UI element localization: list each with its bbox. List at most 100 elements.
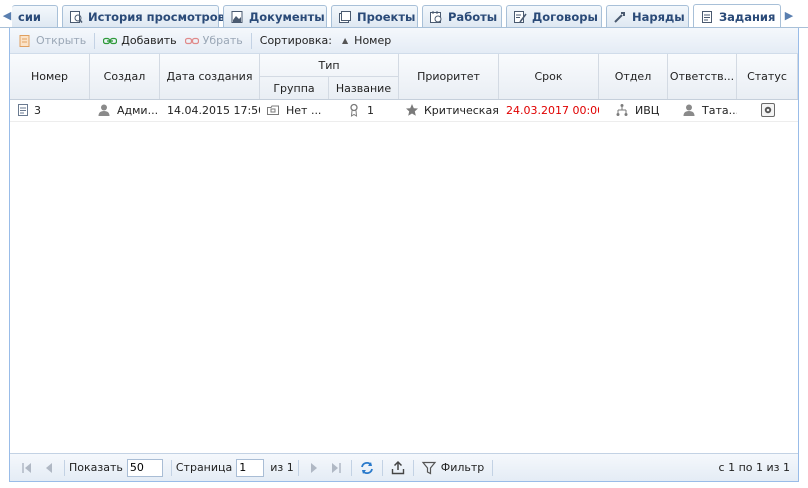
table-row[interactable]: 3 Адми... 14.04.2015 17:50 Нет ... 1 Кри… (10, 99, 798, 122)
column-header-department-label: Отдел (614, 70, 652, 83)
tab-contracts-label: Договоры (532, 9, 598, 24)
add-button[interactable]: Добавить (99, 31, 180, 51)
award-icon (347, 103, 361, 117)
column-header-responsible-label: Ответств... (669, 70, 735, 83)
page-size-input[interactable] (126, 458, 163, 477)
tab-projects-label: Проекты (357, 9, 416, 24)
task-icon (16, 103, 30, 117)
sort-label: Сортировка: (256, 31, 336, 51)
cell-responsible: Тата... (668, 99, 737, 121)
cell-deadline: 24.03.2017 00:00 (499, 99, 599, 121)
history-icon (69, 10, 83, 24)
cell-type-name: 1 (329, 99, 399, 121)
page-label: Страница (175, 461, 233, 474)
tab-history-label: История просмотров (88, 9, 225, 24)
tab-works-label: Работы (448, 9, 498, 24)
scroll-left-icon[interactable]: ◀ (2, 9, 12, 23)
tab-bar: ◀ сии История просмотров Документы Проек… (0, 0, 808, 28)
pager-separator (492, 459, 494, 476)
column-header-type-group[interactable]: Группа (260, 76, 329, 99)
toolbar-separator (250, 32, 252, 49)
works-icon (429, 10, 443, 24)
page-size-label: Показать (69, 461, 123, 474)
toolbar: Открыть Добавить Убрать Сортировка: ▲ Но… (10, 28, 798, 54)
tab-contracts[interactable]: Договоры (506, 5, 602, 27)
tab-history[interactable]: История просмотров (62, 5, 225, 27)
column-header-number[interactable]: Номер (10, 54, 90, 99)
column-header-type-group-label: Группа (273, 81, 315, 95)
cell-type-group: Нет ... (260, 99, 329, 121)
remove-button-label: Убрать (202, 34, 243, 47)
sort-number-button[interactable]: ▲ Номер (338, 31, 395, 51)
column-header-created-date[interactable]: Дата создания (160, 54, 260, 99)
cell-type-name-value: 1 (367, 103, 374, 117)
pager-separator (64, 459, 65, 476)
column-group-type: Тип (260, 54, 399, 76)
org-structure-icon (615, 103, 629, 117)
status-settings-icon[interactable] (760, 103, 775, 117)
cell-priority-value: Критическая (424, 103, 499, 117)
open-button[interactable]: Открыть (14, 31, 90, 51)
tab-documents[interactable]: Документы (223, 5, 327, 27)
last-page-icon[interactable] (328, 460, 344, 476)
tab-orders[interactable]: Наряды (606, 5, 689, 27)
cell-type-group-value: Нет ... (286, 103, 322, 117)
column-header-deadline-label: Срок (534, 70, 563, 83)
cell-created-date: 14.04.2015 17:50 (160, 99, 260, 121)
tab-documents-label: Документы (249, 9, 325, 24)
tab-works[interactable]: Работы (422, 5, 502, 27)
pager-separator (412, 459, 414, 476)
cell-priority: Критическая (399, 99, 499, 121)
pager-separator (170, 459, 172, 476)
tab-orders-label: Наряды (632, 9, 685, 24)
open-button-label: Открыть (36, 34, 87, 47)
remove-button[interactable]: Убрать (181, 31, 247, 51)
grid-header: Номер Создал Дата создания Тип Группа На… (10, 54, 798, 100)
sort-field-label: Номер (354, 34, 392, 47)
orders-icon (613, 10, 627, 24)
link-add-icon (103, 34, 118, 48)
cell-status (737, 99, 798, 121)
column-header-priority[interactable]: Приоритет (399, 54, 499, 99)
column-header-responsible[interactable]: Ответств... (668, 54, 737, 99)
filter-button-label: Фильтр (440, 461, 485, 474)
cell-created-date-value: 14.04.2015 17:50 (167, 103, 260, 117)
cell-creator: Адми... (90, 99, 160, 121)
column-group-type-label: Тип (318, 58, 340, 72)
column-header-department[interactable]: Отдел (599, 54, 668, 99)
page-number-input[interactable] (236, 458, 265, 477)
column-header-type-name-label: Название (335, 81, 392, 95)
sort-label-text: Сортировка: (259, 34, 333, 47)
filter-button[interactable]: Фильтр (418, 460, 485, 476)
tab-projects[interactable]: Проекты (331, 5, 418, 27)
documents-icon (230, 10, 244, 24)
scroll-right-icon[interactable]: ▶ (784, 9, 794, 23)
column-header-status[interactable]: Статус (737, 54, 798, 99)
right-gutter (801, 28, 808, 482)
next-page-icon[interactable] (306, 460, 322, 476)
page-total-label: из 1 (270, 461, 294, 474)
pager-summary: с 1 по 1 из 1 (718, 461, 790, 474)
column-header-status-label: Статус (747, 70, 787, 83)
cell-department: ИВЦ (599, 99, 668, 121)
tab-partial-label: сии (18, 9, 41, 24)
projects-icon (338, 10, 352, 24)
cell-number-value: 3 (34, 103, 41, 117)
column-header-deadline[interactable]: Срок (499, 54, 599, 99)
tab-tasks-label: Задания (719, 9, 776, 24)
tab-tasks[interactable]: Задания (693, 4, 781, 28)
refresh-icon[interactable] (359, 460, 375, 476)
open-icon (18, 34, 32, 48)
user-icon (682, 103, 696, 117)
column-header-type-name[interactable]: Название (329, 76, 399, 99)
column-header-creator[interactable]: Создал (90, 54, 160, 99)
toolbar-separator (94, 32, 96, 49)
user-icon (97, 103, 111, 117)
prev-page-icon[interactable] (41, 460, 57, 476)
export-icon[interactable] (390, 460, 406, 476)
contracts-icon (513, 10, 527, 24)
tasks-icon (700, 10, 714, 24)
first-page-icon[interactable] (19, 460, 35, 476)
pager-separator (350, 459, 352, 476)
tab-partial[interactable]: сии (12, 5, 58, 27)
